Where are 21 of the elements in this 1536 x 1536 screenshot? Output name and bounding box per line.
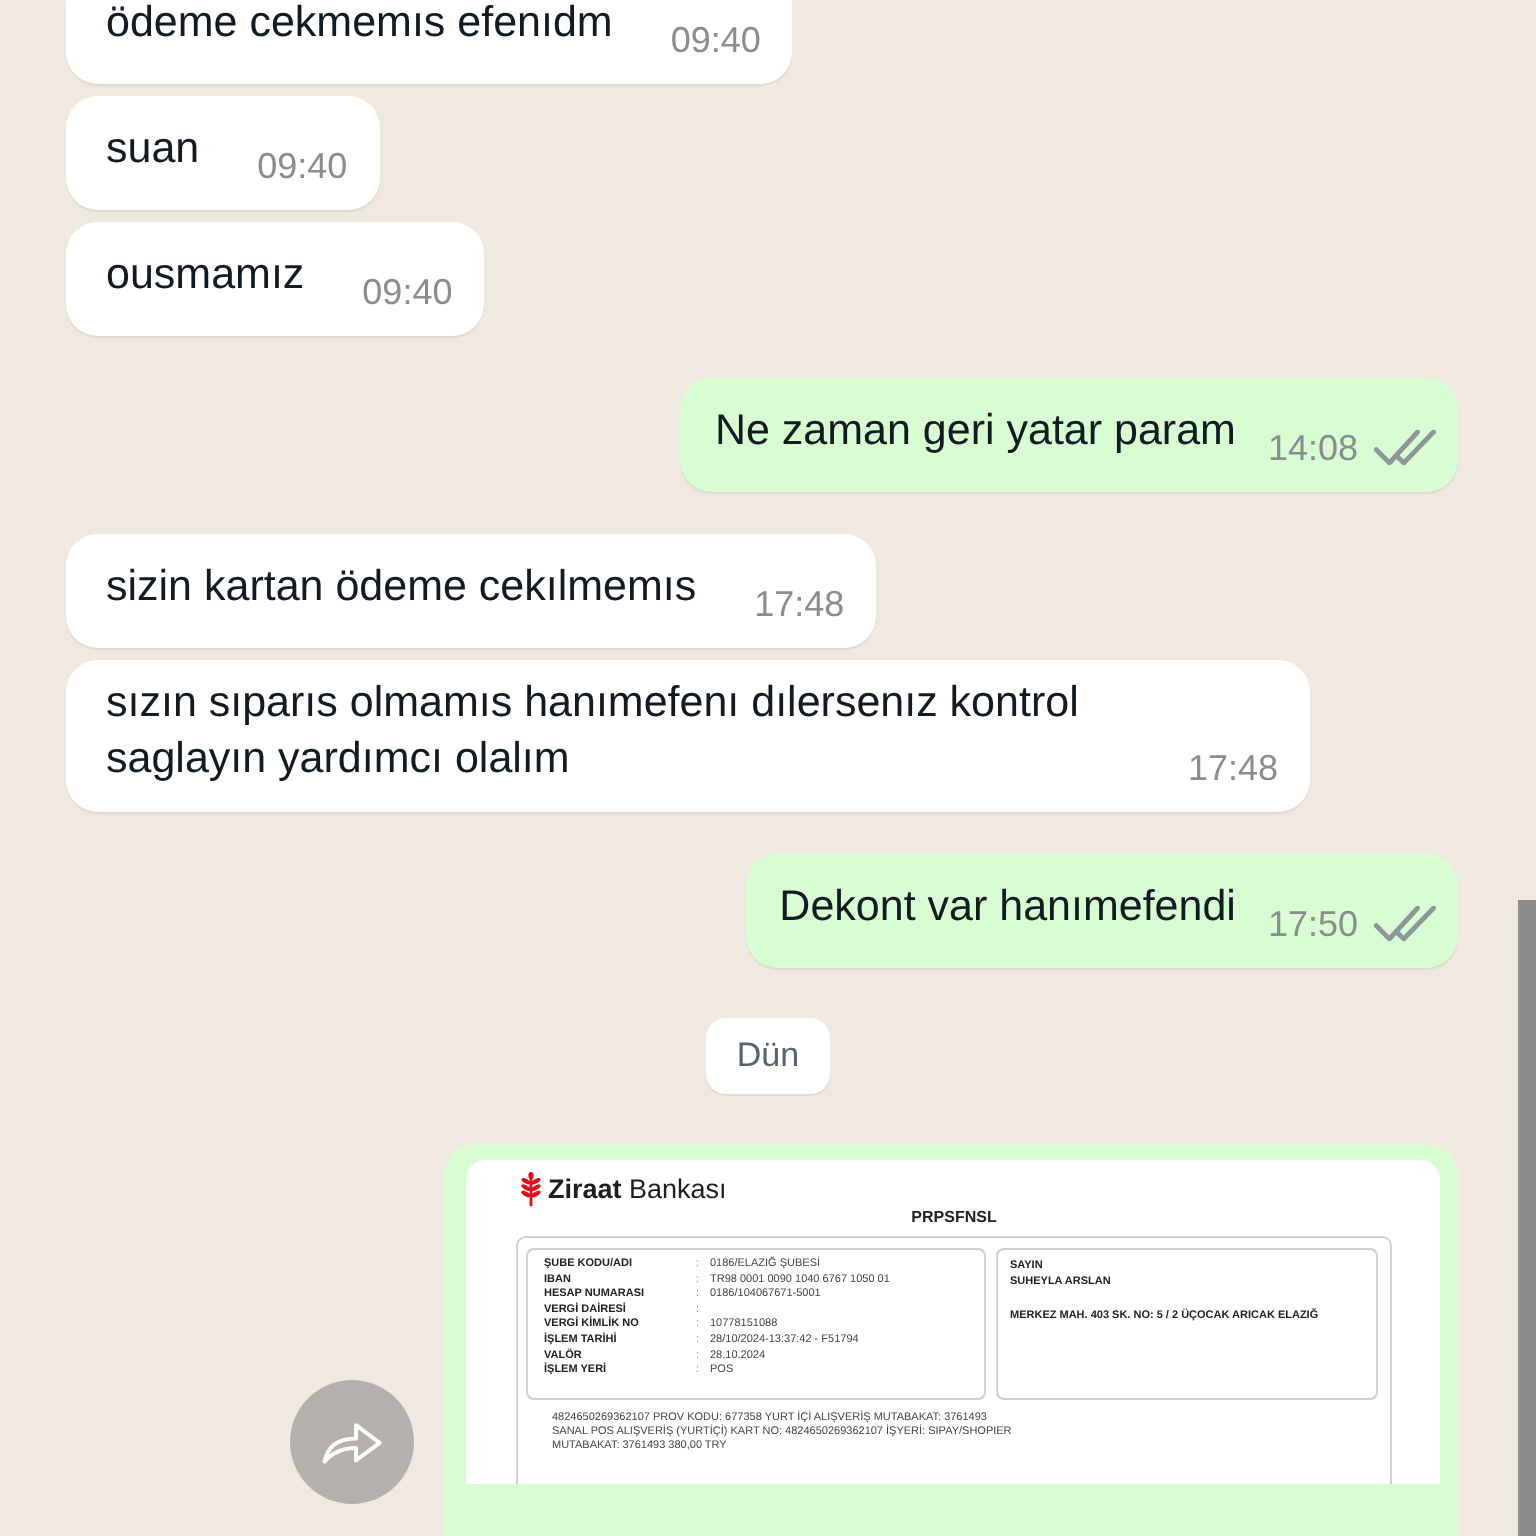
curved-arrow-icon <box>322 1421 382 1463</box>
message-time: 17:48 <box>1188 748 1279 788</box>
message-time: 09:40 <box>670 20 761 60</box>
date-separator: Dün <box>706 1018 830 1094</box>
message-text: sızın sıparıs olmamıs hanımefenı dılersenız kontrol saglayın yardımcı olalım <box>106 676 1081 786</box>
message-time: 09:40 <box>257 146 348 186</box>
scrollbar-thumb[interactable] <box>1518 900 1536 1536</box>
message-text: suan <box>106 121 200 175</box>
message-time: 17:48 <box>754 584 845 624</box>
message-text: ödeme cekmemıs efenıdm <box>106 0 613 49</box>
message-time: 14:08 <box>1267 428 1358 468</box>
message-text: ousmamız <box>106 247 305 301</box>
image-message-bubble[interactable] <box>444 1144 1458 1536</box>
bank-name: Ziraat Bankası <box>548 1172 727 1206</box>
message-time: 09:40 <box>362 272 453 312</box>
message-time: 17:50 <box>1267 904 1358 944</box>
message-text: Dekont var hanımefendi <box>779 879 1236 933</box>
message-text: Ne zaman geri yatar param <box>714 403 1236 457</box>
wheat-logo-icon <box>520 1172 542 1206</box>
message-text: sizin kartan ödeme cekılmemıs <box>106 559 697 613</box>
document-code: PRPSFNSL <box>911 1208 997 1228</box>
